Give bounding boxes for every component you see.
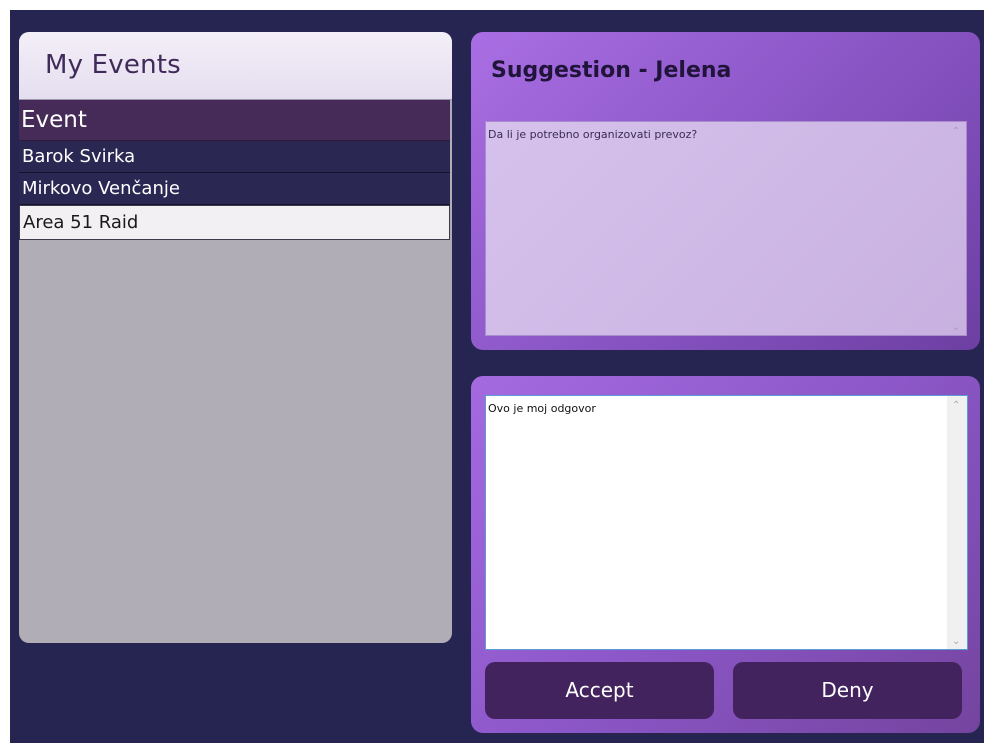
suggestion-text-box[interactable]: Da li je potrebno organizovati prevoz? ⌃…	[485, 121, 967, 336]
event-row-selected[interactable]: Area 51 Raid	[19, 205, 450, 240]
reply-panel: Ovo je moj odgovor ⌃ ⌄ Accept Deny	[471, 376, 980, 733]
my-events-title: My Events	[45, 50, 181, 80]
reply-scrollbar[interactable]: ⌃ ⌄	[947, 396, 967, 649]
suggestion-title: Suggestion - Jelena	[491, 58, 732, 83]
suggestion-panel: Suggestion - Jelena Da li je potrebno or…	[471, 32, 980, 350]
reply-text: Ovo je moj odgovor	[488, 402, 596, 415]
deny-button[interactable]: Deny	[733, 662, 962, 719]
event-row[interactable]: Barok Svirka	[19, 141, 450, 173]
accept-button[interactable]: Accept	[485, 662, 714, 719]
suggestion-text: Da li je potrebno organizovati prevoz?	[488, 128, 698, 141]
chevron-up-icon[interactable]: ⌃	[952, 126, 960, 137]
events-grid[interactable]: Event Barok Svirka Mirkovo Venčanje Area…	[19, 100, 450, 240]
chevron-up-icon[interactable]: ⌃	[952, 400, 960, 411]
app-window: My Events Event Barok Svirka Mirkovo Ven…	[10, 10, 984, 743]
event-row[interactable]: Mirkovo Venčanje	[19, 173, 450, 205]
chevron-down-icon[interactable]: ⌄	[952, 322, 960, 333]
my-events-panel: My Events Event Barok Svirka Mirkovo Ven…	[19, 32, 452, 643]
my-events-header: My Events	[19, 32, 452, 100]
events-column-header[interactable]: Event	[19, 100, 450, 141]
chevron-down-icon[interactable]: ⌄	[952, 636, 960, 647]
reply-input[interactable]: Ovo je moj odgovor ⌃ ⌄	[485, 395, 968, 650]
